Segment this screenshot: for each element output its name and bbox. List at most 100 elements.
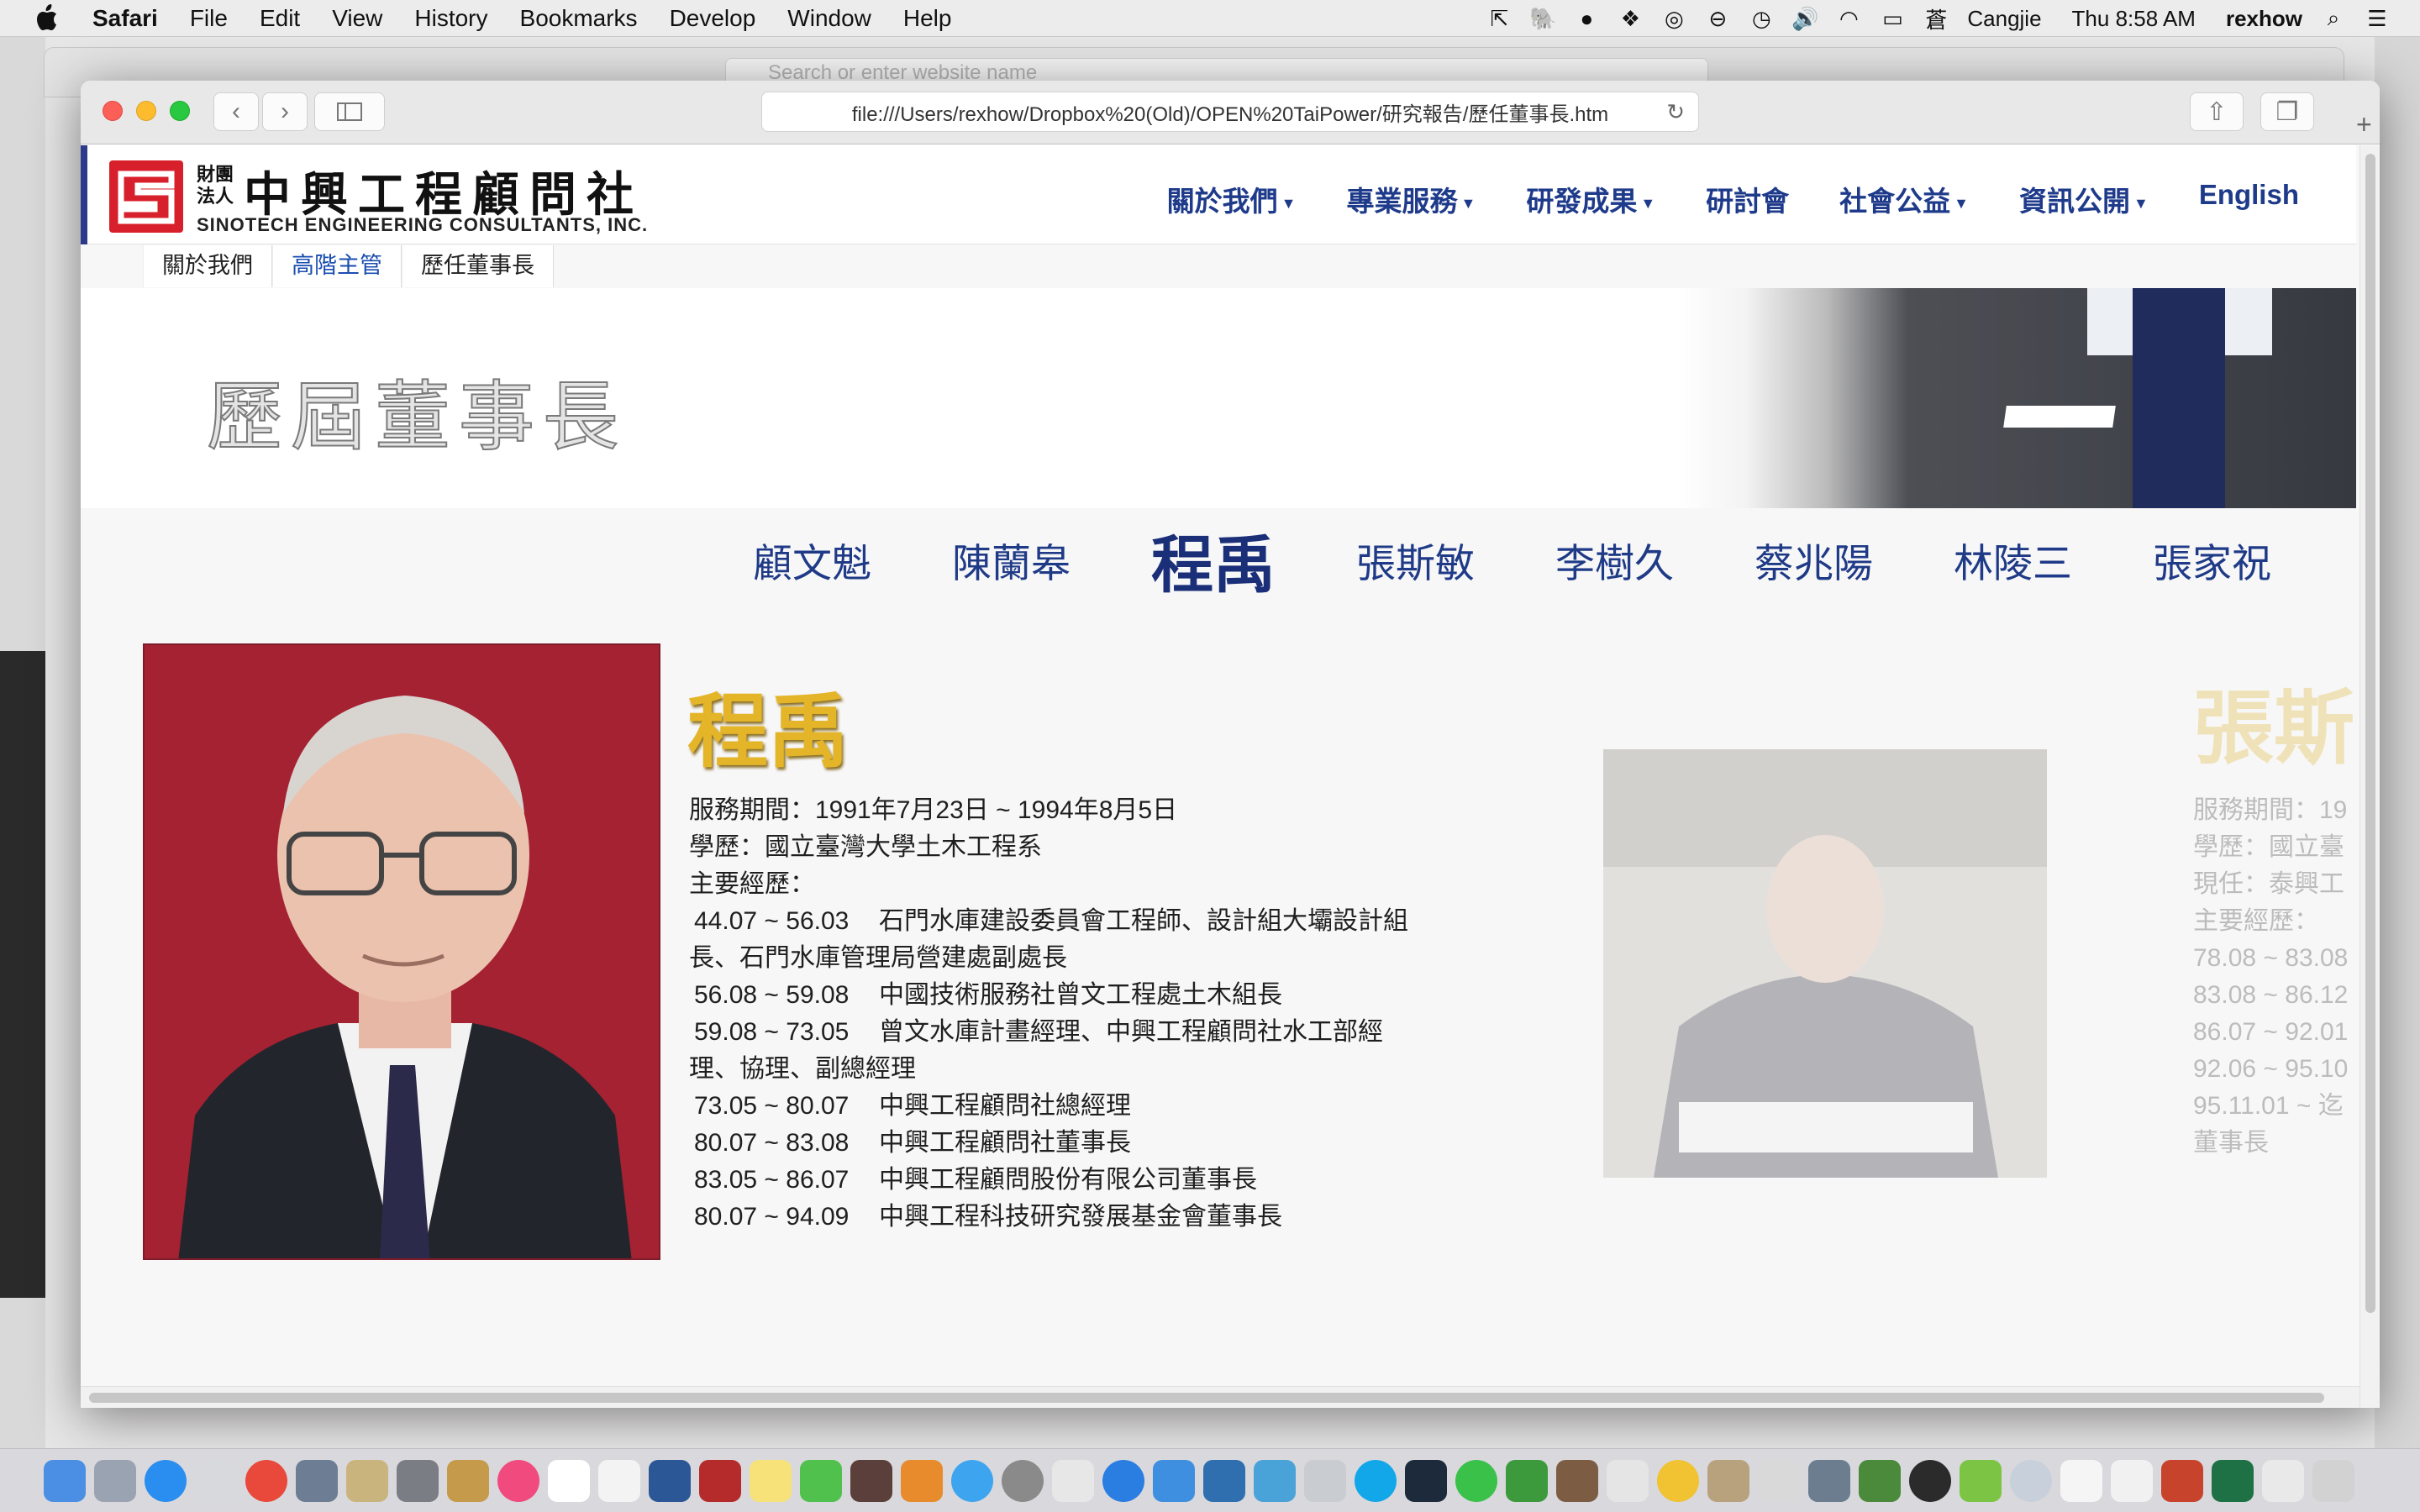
teamviewer-icon[interactable] xyxy=(1254,1459,1296,1502)
tabs-overview-button[interactable]: ❐ xyxy=(2260,92,2314,131)
downloads-stack-icon[interactable] xyxy=(2262,1459,2304,1502)
user-name[interactable]: rexhow xyxy=(2226,6,2302,32)
photo-slideshow-icon[interactable] xyxy=(397,1459,439,1502)
textedit-icon[interactable] xyxy=(1052,1459,1094,1502)
breadcrumb-about-us[interactable]: 關於我們 xyxy=(143,245,272,287)
chairman-tab[interactable]: 顧文魁 xyxy=(753,531,871,589)
chairman-tab[interactable]: 陳蘭皋 xyxy=(952,531,1071,589)
cyberduck-icon[interactable] xyxy=(1203,1459,1245,1502)
pages-icon[interactable] xyxy=(1758,1459,1800,1502)
input-method-label[interactable]: Cangjie xyxy=(1967,6,2041,32)
notification-center-icon[interactable]: ☰ xyxy=(2365,6,2390,31)
launchpad-icon[interactable] xyxy=(94,1459,136,1502)
safari-icon[interactable] xyxy=(145,1459,187,1502)
garageband-icon[interactable] xyxy=(1707,1459,1749,1502)
kindle-icon[interactable] xyxy=(1405,1459,1447,1502)
menu-view[interactable]: View xyxy=(332,5,382,32)
menu-app-name[interactable]: Safari xyxy=(92,5,158,32)
chairman-tab[interactable]: 張家祝 xyxy=(2153,531,2271,589)
nav-research[interactable]: 研發成果 ▼ xyxy=(1526,179,1655,219)
spotlight-search-icon[interactable]: ⌕ xyxy=(2321,5,2346,31)
leaf-app-icon[interactable] xyxy=(1960,1459,2002,1502)
keynote-icon[interactable] xyxy=(195,1459,237,1502)
cursor-status-icon[interactable]: ⇱ xyxy=(1486,6,1512,31)
reminders-icon[interactable] xyxy=(598,1459,640,1502)
dashboard-icon[interactable] xyxy=(1909,1459,1951,1502)
calendar-icon[interactable] xyxy=(548,1459,590,1502)
forward-button[interactable]: › xyxy=(262,92,308,131)
wifi-icon[interactable]: ◠ xyxy=(1836,6,1861,31)
menu-help[interactable]: Help xyxy=(903,5,952,32)
do-not-disturb-icon[interactable]: ⊖ xyxy=(1705,6,1730,31)
site-logo[interactable]: 財團法人 中興工程顧問社 SINOTECH ENGINEERING CONSUL… xyxy=(109,157,647,235)
clock[interactable]: Thu 8:58 AM xyxy=(2072,6,2196,32)
vertical-scroll-thumb[interactable] xyxy=(2365,154,2375,1313)
photo-booth-icon[interactable] xyxy=(850,1459,892,1502)
menu-file[interactable]: File xyxy=(190,5,228,32)
menu-edit[interactable]: Edit xyxy=(260,5,300,32)
minimize-window-button[interactable] xyxy=(136,101,156,121)
word-icon[interactable] xyxy=(649,1459,691,1502)
chairman-tab[interactable]: 張斯敏 xyxy=(1356,531,1475,589)
battery-icon[interactable]: ▭ xyxy=(1880,6,1905,31)
facetime-icon[interactable] xyxy=(800,1459,842,1502)
back-button[interactable]: ‹ xyxy=(213,92,259,131)
zoom-window-button[interactable] xyxy=(170,101,190,121)
nav-services[interactable]: 專業服務 ▼ xyxy=(1347,179,1476,219)
sidebar-toggle-button[interactable] xyxy=(314,92,385,131)
powerpoint-icon[interactable] xyxy=(2161,1459,2203,1502)
chairman-tab[interactable]: 林陵三 xyxy=(1954,531,2072,589)
library-icon[interactable] xyxy=(1556,1459,1598,1502)
skype-icon[interactable] xyxy=(1355,1459,1397,1502)
image-capture-icon[interactable] xyxy=(346,1459,388,1502)
messages-icon[interactable] xyxy=(951,1459,993,1502)
chairman-tab[interactable]: 李樹久 xyxy=(1555,531,1674,589)
menu-window[interactable]: Window xyxy=(787,5,871,32)
vertical-scrollbar[interactable] xyxy=(2360,145,2380,1408)
reload-icon[interactable]: ↻ xyxy=(1666,99,1685,125)
line-status-icon[interactable]: ● xyxy=(1574,6,1599,31)
address-bar[interactable]: file:///Users/rexhow/Dropbox%20(Old)/OPE… xyxy=(761,92,1699,132)
ia-writer-icon[interactable] xyxy=(2060,1459,2102,1502)
chrome-icon[interactable] xyxy=(245,1459,287,1502)
chairman-tab[interactable]: 蔡兆陽 xyxy=(1754,531,1873,589)
horizontal-scroll-thumb[interactable] xyxy=(89,1393,2324,1403)
menu-develop[interactable]: Develop xyxy=(670,5,756,32)
creative-cloud-icon[interactable]: ◎ xyxy=(1661,6,1686,31)
document-icon[interactable] xyxy=(2111,1459,2153,1502)
chairman-tab-active[interactable]: 程禹 xyxy=(1151,515,1276,605)
finder-icon[interactable] xyxy=(44,1459,86,1502)
migration-icon[interactable] xyxy=(1808,1459,1850,1502)
breadcrumb-executives[interactable]: 高階主管 xyxy=(272,245,402,287)
new-tab-plus-icon[interactable]: + xyxy=(2356,109,2372,140)
evernote-status-icon[interactable]: 🐘 xyxy=(1529,6,1556,31)
dropbox-status-icon[interactable]: ❖ xyxy=(1618,6,1643,31)
nav-information[interactable]: 資訊公開 ▼ xyxy=(2019,179,2149,219)
nav-seminar[interactable]: 研討會 xyxy=(1706,179,1789,219)
excel-icon[interactable] xyxy=(2212,1459,2254,1502)
close-window-button[interactable] xyxy=(103,101,123,121)
app-store-icon[interactable] xyxy=(1102,1459,1144,1502)
mail-icon[interactable] xyxy=(1153,1459,1195,1502)
horizontal-scrollbar[interactable] xyxy=(81,1386,2360,1408)
acrobat-icon[interactable] xyxy=(699,1459,741,1502)
preview-icon[interactable] xyxy=(296,1459,338,1502)
notes-icon[interactable] xyxy=(750,1459,792,1502)
apple-icon[interactable] xyxy=(34,3,62,34)
minecraft-icon[interactable] xyxy=(1859,1459,1901,1502)
trash-icon[interactable] xyxy=(2312,1459,2354,1502)
itunes-icon[interactable] xyxy=(497,1459,539,1502)
menu-history[interactable]: History xyxy=(414,5,487,32)
disk-utility-icon[interactable] xyxy=(2010,1459,2052,1502)
evernote-icon[interactable] xyxy=(1506,1459,1548,1502)
nav-about-us[interactable]: 關於我們 ▼ xyxy=(1167,179,1297,219)
menu-bookmarks[interactable]: Bookmarks xyxy=(520,5,638,32)
numbers-icon[interactable] xyxy=(1607,1459,1649,1502)
photos-icon[interactable] xyxy=(1657,1459,1699,1502)
time-machine-icon[interactable]: ◷ xyxy=(1749,6,1774,31)
share-button[interactable]: ⇧ xyxy=(2190,92,2244,131)
ibooks-icon[interactable] xyxy=(901,1459,943,1502)
contacts-icon[interactable] xyxy=(447,1459,489,1502)
system-preferences-icon[interactable] xyxy=(1002,1459,1044,1502)
input-method-icon[interactable]: 蒼 xyxy=(1923,6,1949,33)
